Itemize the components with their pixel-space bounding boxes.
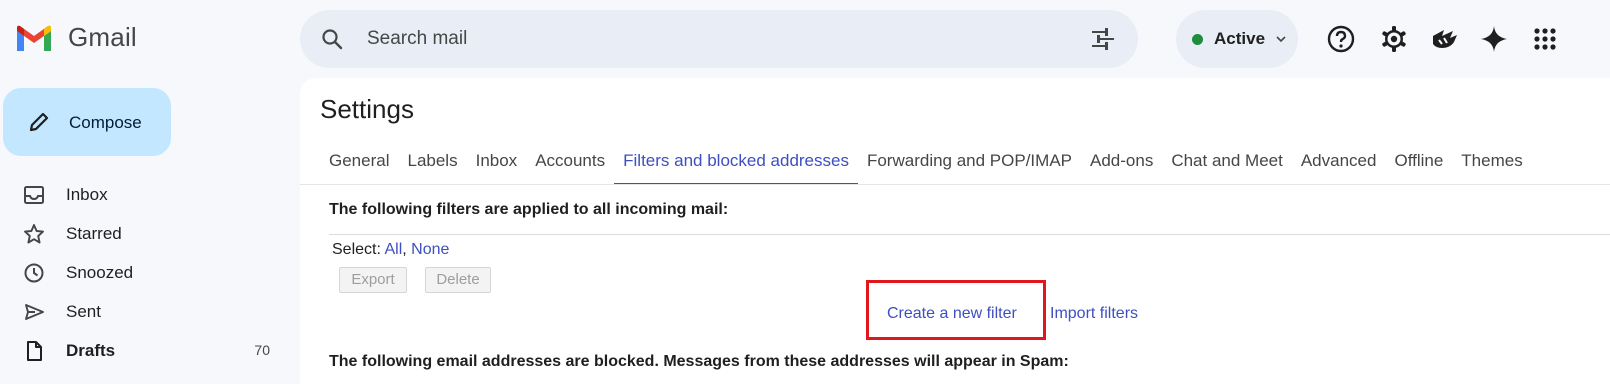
tab-offline[interactable]: Offline — [1385, 150, 1452, 184]
highlight-box — [866, 280, 1046, 340]
select-none-link[interactable]: None — [411, 241, 449, 258]
sidebar-item-drafts[interactable]: Drafts 70 — [0, 332, 290, 368]
gmail-m-icon — [17, 25, 51, 51]
blocked-heading: The following email addresses are blocke… — [329, 353, 1069, 370]
search-icon[interactable] — [320, 27, 344, 51]
tab-forwarding-pop-imap[interactable]: Forwarding and POP/IMAP — [858, 150, 1081, 184]
sidebar-item-label: Starred — [66, 224, 122, 243]
status-selector[interactable]: Active — [1176, 10, 1298, 68]
import-filters-link[interactable]: Import filters — [1050, 305, 1138, 323]
draft-icon — [27, 341, 42, 361]
inbox-icon — [24, 186, 44, 204]
tab-chat-and-meet[interactable]: Chat and Meet — [1162, 150, 1292, 184]
delete-button[interactable]: Delete — [425, 267, 491, 293]
search-input[interactable]: Search mail — [367, 28, 467, 50]
select-row: Select: All, None — [332, 241, 449, 259]
sidebar-item-label: Snoozed — [66, 263, 134, 282]
select-separator: , — [402, 241, 407, 258]
gmail-logo[interactable]: Gmail — [14, 22, 137, 53]
sidebar-item-snoozed[interactable]: Snoozed — [0, 254, 290, 290]
gemini-icon[interactable] — [1479, 24, 1509, 54]
pencil-icon — [29, 112, 49, 132]
sidebar-item-sent[interactable]: Sent — [0, 293, 290, 329]
star-icon — [24, 224, 44, 244]
tab-add-ons[interactable]: Add-ons — [1081, 150, 1162, 184]
sidebar-item-inbox[interactable]: Inbox — [0, 176, 290, 212]
compose-label: Compose — [69, 113, 142, 132]
apps-script-icon[interactable] — [1430, 24, 1460, 54]
clock-icon — [24, 263, 44, 283]
tab-themes[interactable]: Themes — [1452, 150, 1531, 184]
tab-advanced[interactable]: Advanced — [1292, 150, 1386, 184]
gear-icon[interactable] — [1379, 24, 1409, 54]
tab-general[interactable]: General — [320, 150, 398, 184]
tab-labels[interactable]: Labels — [398, 150, 466, 184]
tune-icon[interactable] — [1090, 27, 1116, 51]
tab-inbox[interactable]: Inbox — [467, 150, 527, 184]
tab-accounts[interactable]: Accounts — [526, 150, 614, 184]
sidebar-item-label: Inbox — [66, 185, 108, 204]
send-icon — [25, 304, 44, 320]
status-label: Active — [1214, 29, 1266, 48]
tab-filters-and-blocked[interactable]: Filters and blocked addresses — [614, 150, 858, 185]
status-dot — [1192, 34, 1203, 45]
sidebar-item-starred[interactable]: Starred — [0, 215, 290, 251]
section-divider — [329, 234, 1610, 235]
drafts-count: 70 — [254, 342, 270, 358]
export-button[interactable]: Export — [339, 267, 407, 293]
tabs-divider — [300, 184, 1610, 185]
settings-tabs: General Labels Inbox Accounts Filters an… — [320, 150, 1532, 185]
filters-heading: The following filters are applied to all… — [329, 201, 729, 218]
search-bar[interactable]: Search mail — [300, 10, 1138, 68]
sidebar-item-label: Sent — [66, 302, 101, 321]
sidebar-item-label: Drafts — [66, 341, 116, 360]
compose-button[interactable]: Compose — [3, 88, 171, 156]
page-title: Settings — [320, 94, 414, 124]
help-icon[interactable] — [1326, 24, 1356, 54]
app-name: Gmail — [68, 22, 137, 52]
select-all-link[interactable]: All — [384, 241, 402, 258]
select-label: Select: — [332, 241, 381, 258]
chevron-down-icon — [1276, 36, 1286, 43]
apps-grid-icon[interactable] — [1530, 24, 1560, 54]
